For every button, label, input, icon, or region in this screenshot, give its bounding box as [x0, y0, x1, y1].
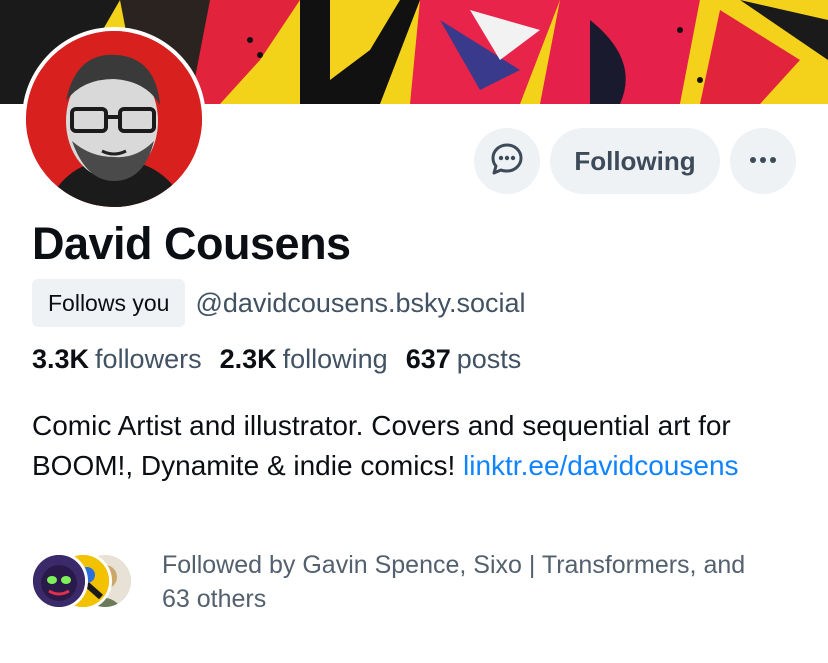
ellipsis-icon [748, 152, 778, 170]
display-name: David Cousens [32, 218, 351, 269]
message-bubble-icon [490, 142, 524, 181]
profile-portrait-avatar-icon [26, 31, 202, 207]
followers-count: 3.3K [32, 344, 90, 374]
follows-you-badge: Follows you [32, 279, 186, 327]
profile-actions: Following [474, 128, 796, 194]
following-button[interactable]: Following [550, 128, 720, 194]
profile-bio: Comic Artist and illustrator. Covers and… [32, 406, 812, 486]
followers-stat[interactable]: 3.3K followers [32, 344, 202, 375]
avatar[interactable] [22, 27, 206, 211]
follower-avatar [30, 552, 88, 610]
following-stat[interactable]: 2.3K following [220, 344, 388, 375]
followers-label: followers [95, 344, 202, 374]
followed-by-row[interactable]: Followed by Gavin Spence, Sixo | Transfo… [30, 548, 772, 616]
followed-by-text: Followed by Gavin Spence, Sixo | Transfo… [162, 551, 746, 613]
follower-avatars [30, 548, 142, 612]
handle-row: Follows you @davidcousens.bsky.social [32, 279, 526, 327]
profile-handle[interactable]: @davidcousens.bsky.social [195, 288, 525, 319]
bio-link[interactable]: linktr.ee/​davidcousens [463, 450, 739, 481]
following-label: following [282, 344, 388, 374]
message-button[interactable] [474, 128, 540, 194]
more-options-button[interactable] [730, 128, 796, 194]
posts-label: posts [456, 344, 522, 374]
posts-stat: 637 posts [406, 344, 522, 375]
posts-count: 637 [405, 344, 451, 374]
profile-stats: 3.3K followers 2.3K following 637 posts [32, 344, 521, 375]
following-count: 2.3K [219, 344, 277, 374]
